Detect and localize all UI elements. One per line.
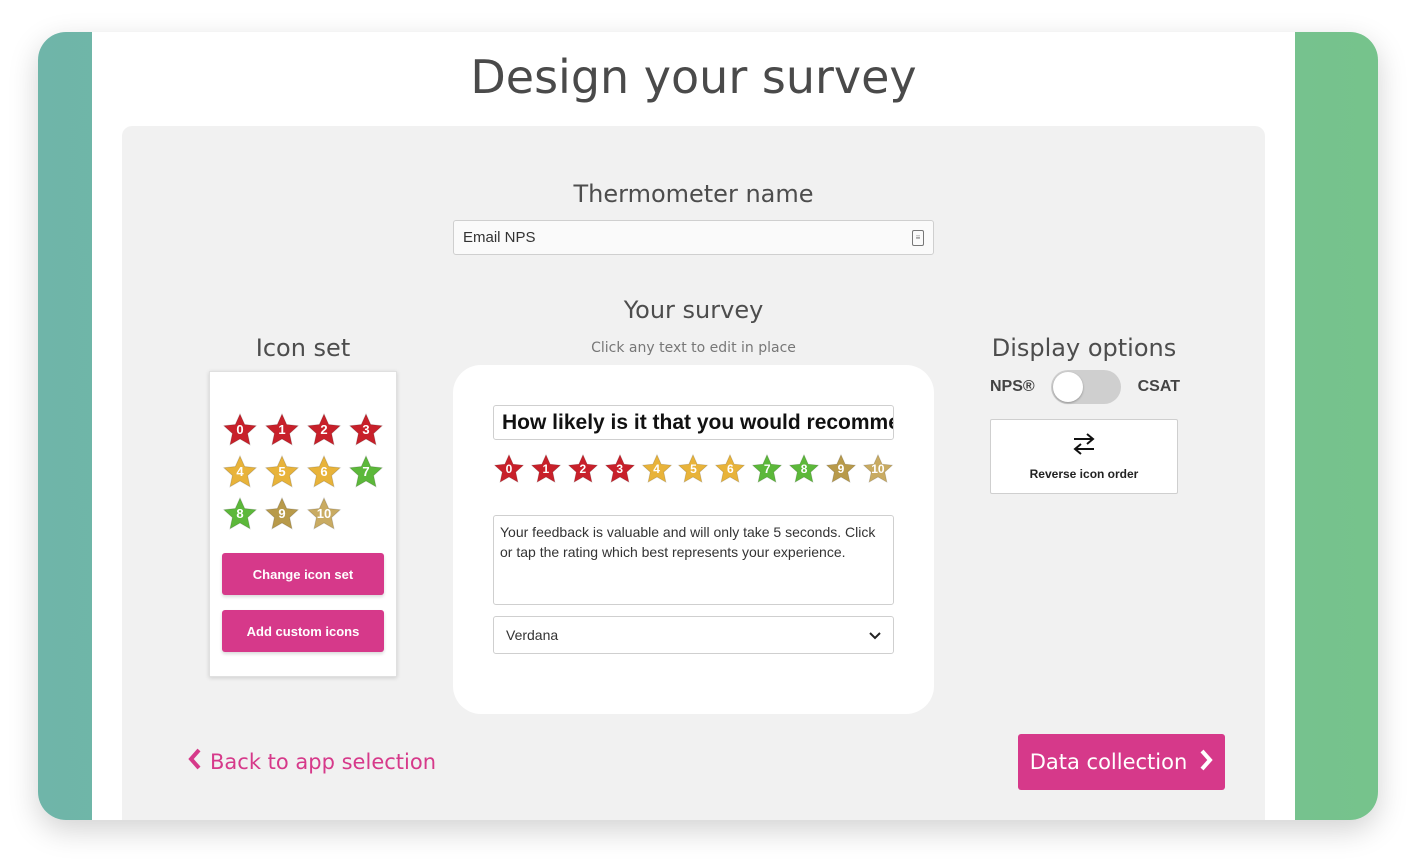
iconset-star-label: 0 [236,422,244,437]
display-options-label: Display options [991,334,1177,362]
nps-csat-toggle-row: NPS® CSAT [990,370,1180,404]
reverse-icon-order-button[interactable]: Reverse icon order [990,419,1178,494]
chevron-right-icon [1199,749,1213,776]
rating-star-label: 2 [579,462,587,476]
page-title: Design your survey [470,50,917,104]
data-collection-button[interactable]: Data collection [1018,734,1225,790]
rating-star-label: 10 [871,462,885,476]
icon-set-preview: 0 1 2 3 4 5 6 7 8 9 10 [222,412,392,532]
iconset-star-10: 10 [306,496,342,532]
iconset-star-label: 1 [278,422,286,437]
rating-star-label: 9 [837,462,845,476]
app-frame: Design your survey Thermometer name Emai… [38,32,1378,820]
nps-csat-toggle[interactable] [1051,370,1122,404]
rating-star-label: 7 [763,462,771,476]
font-select-value: Verdana [506,627,559,643]
data-collection-label: Data collection [1029,750,1188,774]
toggle-knob [1053,372,1084,402]
iconset-star-label: 8 [236,506,244,521]
rating-star-label: 6 [727,462,734,476]
thermometer-name-input[interactable]: Email NPS ≡ [453,220,934,255]
change-icon-set-button[interactable]: Change icon set [222,553,384,595]
rating-star-label: 3 [616,462,624,476]
iconset-star-9: 9 [264,496,300,532]
rating-star-label: 4 [653,462,660,476]
page: Design your survey Thermometer name Emai… [92,32,1295,820]
iconset-star-label: 6 [320,464,328,479]
iconset-star-1: 1 [264,412,300,448]
iconset-star-3: 3 [348,412,384,448]
iconset-star-7: 7 [348,454,384,490]
iconset-star-label: 7 [362,464,370,479]
back-to-app-selection-link[interactable]: Back to app selection [188,748,436,775]
rating-star-1[interactable]: 1 [530,453,562,485]
feedback-textarea[interactable]: Your feedback is valuable and will only … [493,515,894,605]
iconset-star-4: 4 [222,454,258,490]
nps-label: NPS® [990,378,1035,395]
rating-row: 0 1 2 3 4 5 6 7 8 9 10 [493,453,894,485]
rating-star-label: 5 [690,462,697,476]
rating-star-label: 1 [542,462,550,476]
iconset-star-label: 3 [362,422,370,437]
back-link-label: Back to app selection [210,749,437,774]
question-field[interactable]: How likely is it that you would recommen… [493,405,894,440]
rating-star-3[interactable]: 3 [604,453,636,485]
add-custom-icons-button[interactable]: Add custom icons [222,610,384,652]
chevron-left-icon [188,748,202,775]
iconset-star-8: 8 [222,496,258,532]
chevron-down-icon [869,627,881,643]
rating-star-2[interactable]: 2 [567,453,599,485]
thermometer-name-value: Email NPS [463,229,536,246]
rating-star-8[interactable]: 8 [788,453,820,485]
design-panel: Thermometer name Email NPS ≡ Your survey… [122,126,1265,820]
rating-star-label: 0 [505,462,513,476]
rating-star-7[interactable]: 7 [751,453,783,485]
iconset-star-label: 9 [278,506,286,521]
iconset-star-label: 10 [316,506,332,521]
icon-set-label: Icon set [255,334,351,362]
rating-star-6[interactable]: 6 [714,453,746,485]
iconset-star-6: 6 [306,454,342,490]
rating-star-10[interactable]: 10 [862,453,894,485]
rating-star-9[interactable]: 9 [825,453,857,485]
rating-star-5[interactable]: 5 [677,453,709,485]
rating-star-4[interactable]: 4 [641,453,673,485]
iconset-star-5: 5 [264,454,300,490]
iconset-star-2: 2 [306,412,342,448]
iconset-star-0: 0 [222,412,258,448]
font-select[interactable]: Verdana [493,616,894,654]
reverse-icon-order-label: Reverse icon order [1029,467,1139,481]
survey-preview-card: How likely is it that you would recommen… [453,365,934,714]
password-manager-icon[interactable]: ≡ [912,229,924,246]
csat-label: CSAT [1137,378,1180,395]
iconset-star-label: 5 [278,464,286,479]
thermometer-name-label: Thermometer name [573,180,814,208]
rating-star-0[interactable]: 0 [493,453,525,485]
icon-set-card: 0 1 2 3 4 5 6 7 8 9 10 Change icon set Add custom … [209,371,397,677]
your-survey-label: Your survey [623,296,764,324]
swap-arrows-icon [1071,432,1097,459]
rating-star-label: 8 [800,462,808,476]
iconset-star-label: 2 [320,422,328,437]
iconset-star-label: 4 [236,464,244,479]
